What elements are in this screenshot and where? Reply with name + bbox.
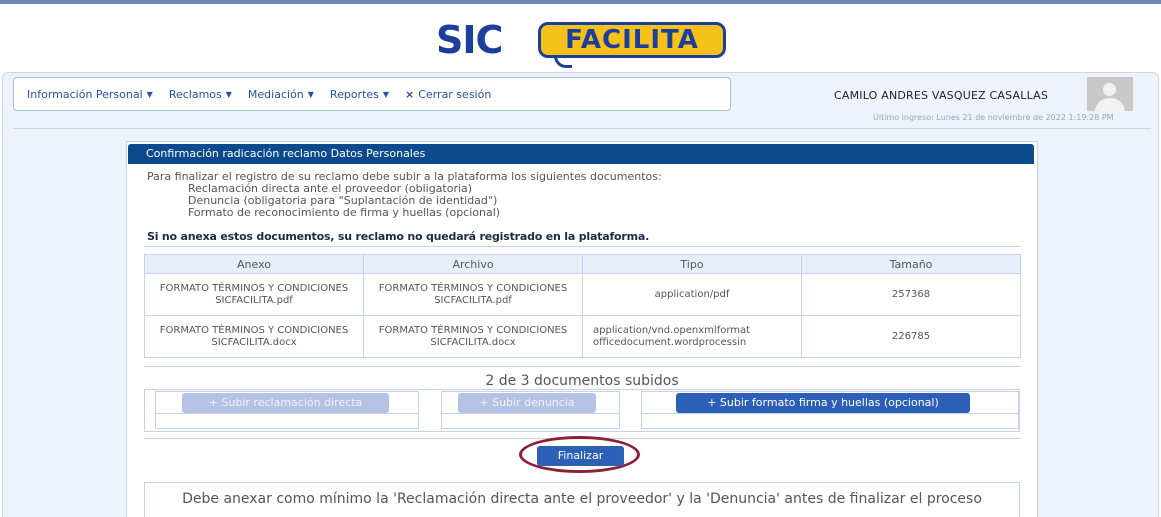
plus-icon: + (208, 396, 222, 409)
panel-title: Confirmación radicación reclamo Datos Pe… (128, 144, 1034, 164)
plus-icon: + (707, 396, 720, 409)
button-label: Subir reclamación directa (221, 396, 363, 409)
caret-down-icon: ▼ (146, 89, 153, 99)
warning-text: Si no anexa estos documentos, su reclamo… (147, 230, 650, 243)
upload-denuncia-button[interactable]: + Subir denuncia (458, 393, 596, 413)
nav-informacion-personal[interactable]: Información Personal ▼ (27, 88, 153, 101)
caret-down-icon: ▼ (225, 89, 232, 99)
cell-tipo-line: application/vnd.openxmlformat (593, 324, 751, 336)
warning-divider (144, 246, 1020, 247)
upload-slot-divider (642, 413, 1018, 414)
cell-anexo: FORMATO TÉRMINOS Y CONDICIONES SICFACILI… (144, 273, 364, 316)
avatar[interactable] (1087, 77, 1133, 111)
header-divider (13, 128, 1151, 129)
column-header-archivo: Archivo (363, 254, 583, 274)
avatar-head-shape (1103, 83, 1116, 96)
cell-anexo: FORMATO TÉRMINOS Y CONDICIONES SICFACILI… (144, 315, 364, 358)
column-header-tipo: Tipo (582, 254, 802, 274)
cell-archivo: FORMATO TÉRMINOS Y CONDICIONES SICFACILI… (363, 315, 583, 358)
logo-sic-text: SIC (436, 18, 503, 62)
main-navbar: Información Personal ▼ Reclamos ▼ Mediac… (13, 77, 731, 111)
plus-icon: + (479, 396, 493, 409)
intro-text-block: Para finalizar el registro de su reclamo… (147, 171, 662, 219)
nav-label: Información Personal (27, 87, 143, 101)
user-name: CAMILO ANDRES VASQUEZ CASALLAS (834, 89, 1049, 102)
cell-tamano: 257368 (801, 273, 1021, 316)
nav-label: Reclamos (168, 87, 222, 101)
close-icon: × (405, 87, 415, 101)
upload-status-text: 2 de 3 documentos subidos (485, 373, 679, 389)
table-row: FORMATO TÉRMINOS Y CONDICIONES SICFACILI… (144, 315, 1021, 358)
top-accent-line (0, 0, 1161, 4)
logo-facilita-text: FACILITA (565, 25, 699, 55)
logout-label: Cerrar sesión (418, 87, 492, 101)
cell-archivo: FORMATO TÉRMINOS Y CONDICIONES SICFACILI… (363, 273, 583, 316)
nav-mediacion[interactable]: Mediación ▼ (248, 88, 314, 101)
last-login-text: Ultimo ingreso: Lunes 21 de noviembre de… (873, 113, 1114, 122)
caret-down-icon: ▼ (307, 89, 314, 99)
required-document-item: Formato de reconocimiento de firma y hue… (188, 206, 501, 219)
nav-label: Mediación (247, 87, 304, 101)
attachments-table: Anexo Archivo Tipo Tamaño FORMATO TÉRMIN… (144, 254, 1021, 358)
table-header-row: Anexo Archivo Tipo Tamaño (144, 254, 1021, 274)
upload-slot-divider (442, 413, 619, 414)
avatar-body-shape (1095, 98, 1125, 111)
sic-facilita-logo: SIC FACILITA (436, 16, 728, 68)
upload-formato-button[interactable]: + Subir formato firma y huellas (opciona… (676, 393, 970, 413)
caret-down-icon: ▼ (382, 89, 390, 99)
nav-reportes[interactable]: Reportes ▼ (330, 88, 389, 101)
uploads-divider (144, 366, 1020, 367)
column-header-tamano: Tamaño (801, 254, 1021, 274)
table-row: FORMATO TÉRMINOS Y CONDICIONES SICFACILI… (144, 273, 1021, 316)
upload-slot-divider (156, 413, 418, 414)
logo-speech-tail (554, 56, 572, 68)
upload-reclamacion-button[interactable]: + Subir reclamación directa (182, 393, 389, 413)
requirements-note: Debe anexar como mínimo la 'Reclamación … (144, 482, 1020, 517)
nav-label: Reportes (329, 87, 379, 101)
finalize-button[interactable]: Finalizar (537, 446, 624, 466)
button-label: Subir formato firma y huellas (opcional) (719, 396, 939, 409)
cell-tipo: application/pdf (582, 273, 802, 316)
cell-tipo-line: officedocument.wordprocessin (593, 336, 747, 348)
button-label: Subir denuncia (492, 396, 575, 409)
logout-link[interactable]: × Cerrar sesión (405, 88, 491, 101)
column-header-anexo: Anexo (144, 254, 364, 274)
logo-facilita-box: FACILITA (538, 22, 726, 58)
cell-tamano: 226785 (801, 315, 1021, 358)
cell-tipo: application/vnd.openxmlformat officedocu… (582, 315, 802, 358)
nav-reclamos[interactable]: Reclamos ▼ (169, 88, 232, 101)
